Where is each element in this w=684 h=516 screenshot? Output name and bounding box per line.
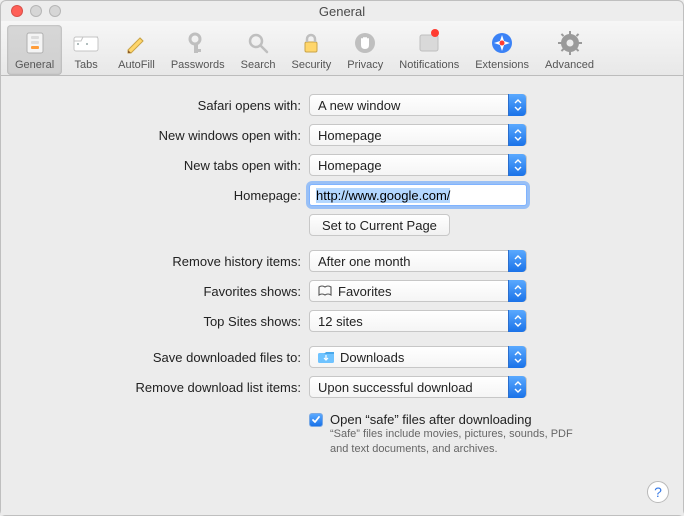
toolbar-label: Extensions [475,59,529,71]
select-value: A new window [318,98,400,113]
titlebar: General [1,1,683,21]
toolbar-item-autofill[interactable]: AutoFill [110,25,163,75]
chevron-up-down-icon [508,280,526,302]
chevron-up-down-icon [508,124,526,146]
autofill-icon [122,29,150,57]
open-safe-label: Open “safe” files after downloading [330,412,532,427]
book-open-icon [318,285,332,297]
toolbar-item-privacy[interactable]: Privacy [339,25,391,75]
preferences-window: General General Tabs AutoFill [0,0,684,516]
chevron-up-down-icon [508,154,526,176]
toolbar-label: Passwords [171,59,225,71]
toolbar-item-advanced[interactable]: Advanced [537,25,602,75]
label-remove-download-list: Remove download list items: [19,380,309,395]
select-value: Downloads [340,350,404,365]
chevron-up-down-icon [508,346,526,368]
chevron-up-down-icon [508,250,526,272]
label-safari-opens-with: Safari opens with: [19,98,309,113]
select-new-tabs-open-with[interactable]: Homepage [309,154,527,176]
toolbar: General Tabs AutoFill Passwords [1,21,683,76]
select-save-downloaded[interactable]: Downloads [309,346,527,368]
help-button[interactable]: ? [647,481,669,503]
select-value: 12 sites [318,314,363,329]
label-save-downloaded: Save downloaded files to: [19,350,309,365]
select-remove-download-list[interactable]: Upon successful download [309,376,527,398]
tabs-icon [72,29,100,57]
chevron-up-down-icon [508,310,526,332]
select-top-sites-shows[interactable]: 12 sites [309,310,527,332]
window-controls [1,5,61,17]
open-safe-checkbox[interactable] [309,413,323,427]
label-new-windows: New windows open with: [19,128,309,143]
label-top-sites-shows: Top Sites shows: [19,314,309,329]
general-icon [21,29,49,57]
select-safari-opens-with[interactable]: A new window [309,94,527,116]
label-favorites-shows: Favorites shows: [19,284,309,299]
select-value: After one month [318,254,411,269]
toolbar-label: Security [291,59,331,71]
set-to-current-page-button[interactable]: Set to Current Page [309,214,450,236]
select-remove-history[interactable]: After one month [309,250,527,272]
gear-icon [556,29,584,57]
toolbar-label: AutoFill [118,59,155,71]
toolbar-item-tabs[interactable]: Tabs [62,25,110,75]
select-value: Homepage [318,128,382,143]
select-value: Homepage [318,158,382,173]
minimize-window-button[interactable] [30,5,42,17]
toolbar-label: Search [241,59,276,71]
hand-icon [351,29,379,57]
label-new-tabs: New tabs open with: [19,158,309,173]
chevron-up-down-icon [508,94,526,116]
homepage-input[interactable] [309,184,527,206]
toolbar-item-search[interactable]: Search [233,25,284,75]
open-safe-description: “Safe” files include movies, pictures, s… [330,427,580,457]
folder-downloads-icon [318,351,334,363]
label-remove-history: Remove history items: [19,254,309,269]
toolbar-label: General [15,59,54,71]
notifications-icon [415,29,443,57]
toolbar-item-notifications[interactable]: Notifications [391,25,467,75]
select-new-windows-open-with[interactable]: Homepage [309,124,527,146]
general-panel: Safari opens with: A new window New wind… [1,76,683,515]
select-value: Favorites [338,284,391,299]
toolbar-item-extensions[interactable]: Extensions [467,25,537,75]
toolbar-item-general[interactable]: General [7,25,62,75]
chevron-up-down-icon [508,376,526,398]
extensions-icon [488,29,516,57]
toolbar-item-security[interactable]: Security [283,25,339,75]
window-title: General [1,4,683,19]
label-homepage: Homepage: [19,188,309,203]
select-value: Upon successful download [318,380,473,395]
toolbar-label: Tabs [75,59,98,71]
search-icon [244,29,272,57]
key-icon [184,29,212,57]
toolbar-label: Privacy [347,59,383,71]
toolbar-label: Notifications [399,59,459,71]
select-favorites-shows[interactable]: Favorites [309,280,527,302]
toolbar-item-passwords[interactable]: Passwords [163,25,233,75]
zoom-window-button[interactable] [49,5,61,17]
close-window-button[interactable] [11,5,23,17]
lock-icon [297,29,325,57]
toolbar-label: Advanced [545,59,594,71]
